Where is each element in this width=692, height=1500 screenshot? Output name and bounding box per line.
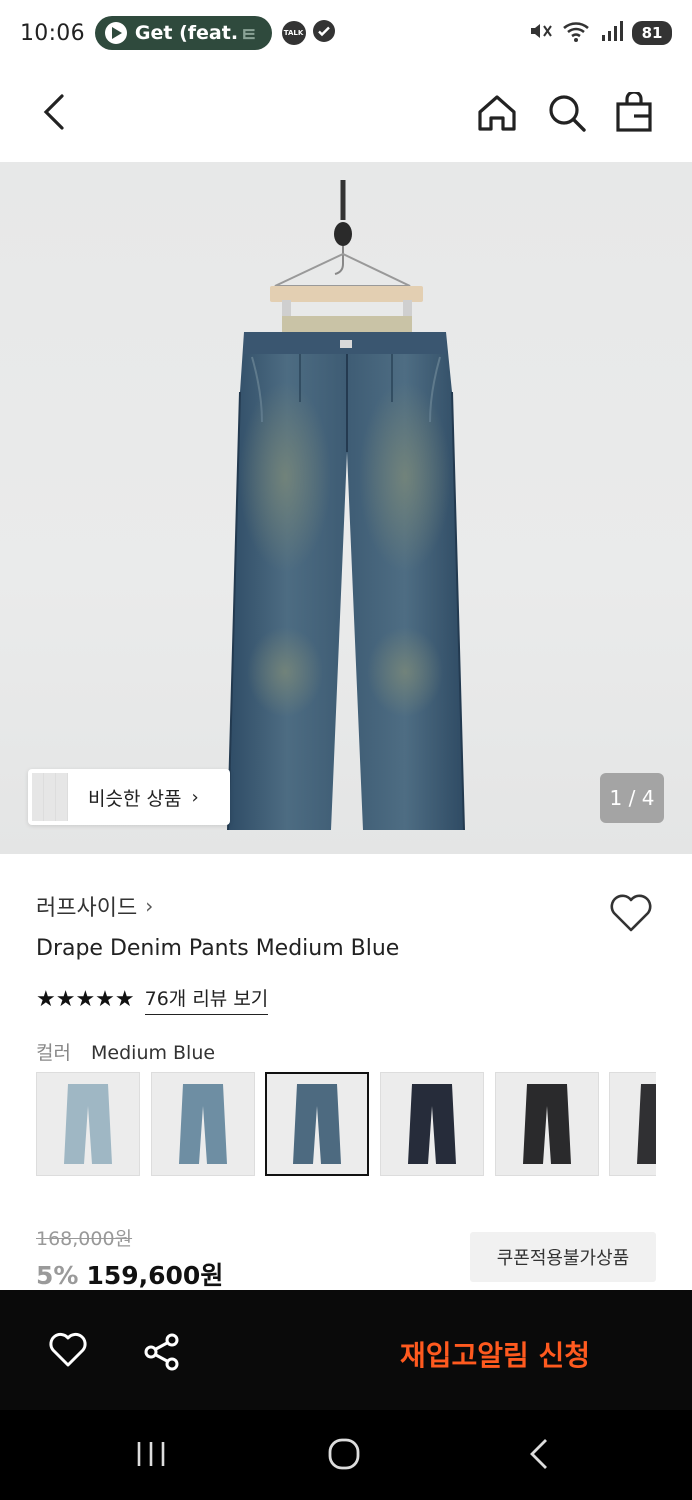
color-row: 컬러 Medium Blue	[36, 1038, 215, 1065]
color-swatch[interactable]	[609, 1072, 656, 1176]
battery-indicator: 81	[632, 21, 672, 45]
jeans-photo	[227, 180, 465, 831]
brand-name: 러프사이드	[36, 896, 138, 921]
chevron-right-icon: ›	[191, 786, 199, 808]
home-icon[interactable]	[476, 92, 518, 138]
media-title-fade: ㅌ	[240, 23, 258, 46]
brand-link[interactable]: 러프사이드 ›	[36, 890, 153, 922]
image-counter: 1 / 4	[600, 773, 664, 823]
wishlist-heart-icon[interactable]	[608, 893, 654, 937]
similar-products-button[interactable]: 비슷한 상품 ›	[28, 769, 230, 825]
media-title: Get (feat.	[134, 22, 239, 44]
color-swatch[interactable]	[151, 1072, 255, 1176]
talk-notification-icon: TALK	[281, 21, 306, 45]
color-swatch[interactable]	[495, 1072, 599, 1176]
share-icon[interactable]	[142, 1332, 182, 1376]
star-rating-icon: ★★★★★	[36, 987, 135, 1012]
reviews-link[interactable]: 76개 리뷰 보기	[144, 984, 269, 1015]
sale-price: 159,600원	[86, 1261, 224, 1290]
restock-alert-button[interactable]: 재입고알림 신청	[400, 1334, 590, 1374]
wifi-icon	[562, 19, 592, 47]
recent-apps-icon[interactable]	[136, 1440, 166, 1472]
product-image[interactable]	[0, 162, 692, 854]
coupon-ineligible-badge: 쿠폰적용불가상품	[470, 1232, 656, 1282]
color-label: 컬러	[36, 1042, 71, 1064]
color-swatches	[36, 1072, 656, 1176]
play-icon	[104, 22, 127, 44]
product-title: Drape Denim Pants Medium Blue	[36, 936, 400, 961]
shopping-bag-icon[interactable]	[614, 90, 654, 138]
search-icon[interactable]	[546, 92, 588, 138]
app-header	[0, 66, 692, 162]
color-value: Medium Blue	[91, 1042, 216, 1064]
media-playing-pill[interactable]: Get (feat. ㅌ	[94, 16, 272, 50]
heart-icon[interactable]	[48, 1332, 88, 1372]
bottom-action-bar: 재입고알림 신청	[0, 1290, 692, 1410]
similar-thumbnails	[32, 773, 80, 821]
price-row: 5% 159,600원	[36, 1256, 223, 1292]
rating-row: ★★★★★ 76개 리뷰 보기	[36, 984, 269, 1015]
status-bar: 10:06 Get (feat. ㅌ TALK 81	[0, 0, 692, 66]
color-swatch-selected[interactable]	[265, 1072, 369, 1176]
color-swatch[interactable]	[36, 1072, 140, 1176]
home-button-icon[interactable]	[326, 1436, 362, 1476]
signal-icon	[600, 19, 624, 47]
discount-rate: 5%	[36, 1261, 79, 1290]
status-time: 10:06	[20, 20, 85, 46]
mute-icon	[528, 19, 554, 47]
check-notification-icon	[312, 19, 336, 47]
color-swatch[interactable]	[380, 1072, 484, 1176]
original-price: 168,000원	[36, 1228, 133, 1250]
back-button-icon[interactable]	[524, 1436, 554, 1476]
system-navigation-bar	[0, 1410, 692, 1500]
similar-products-label: 비슷한 상품	[88, 787, 182, 810]
chevron-right-icon: ›	[145, 894, 154, 918]
back-chevron-icon[interactable]	[36, 92, 72, 136]
